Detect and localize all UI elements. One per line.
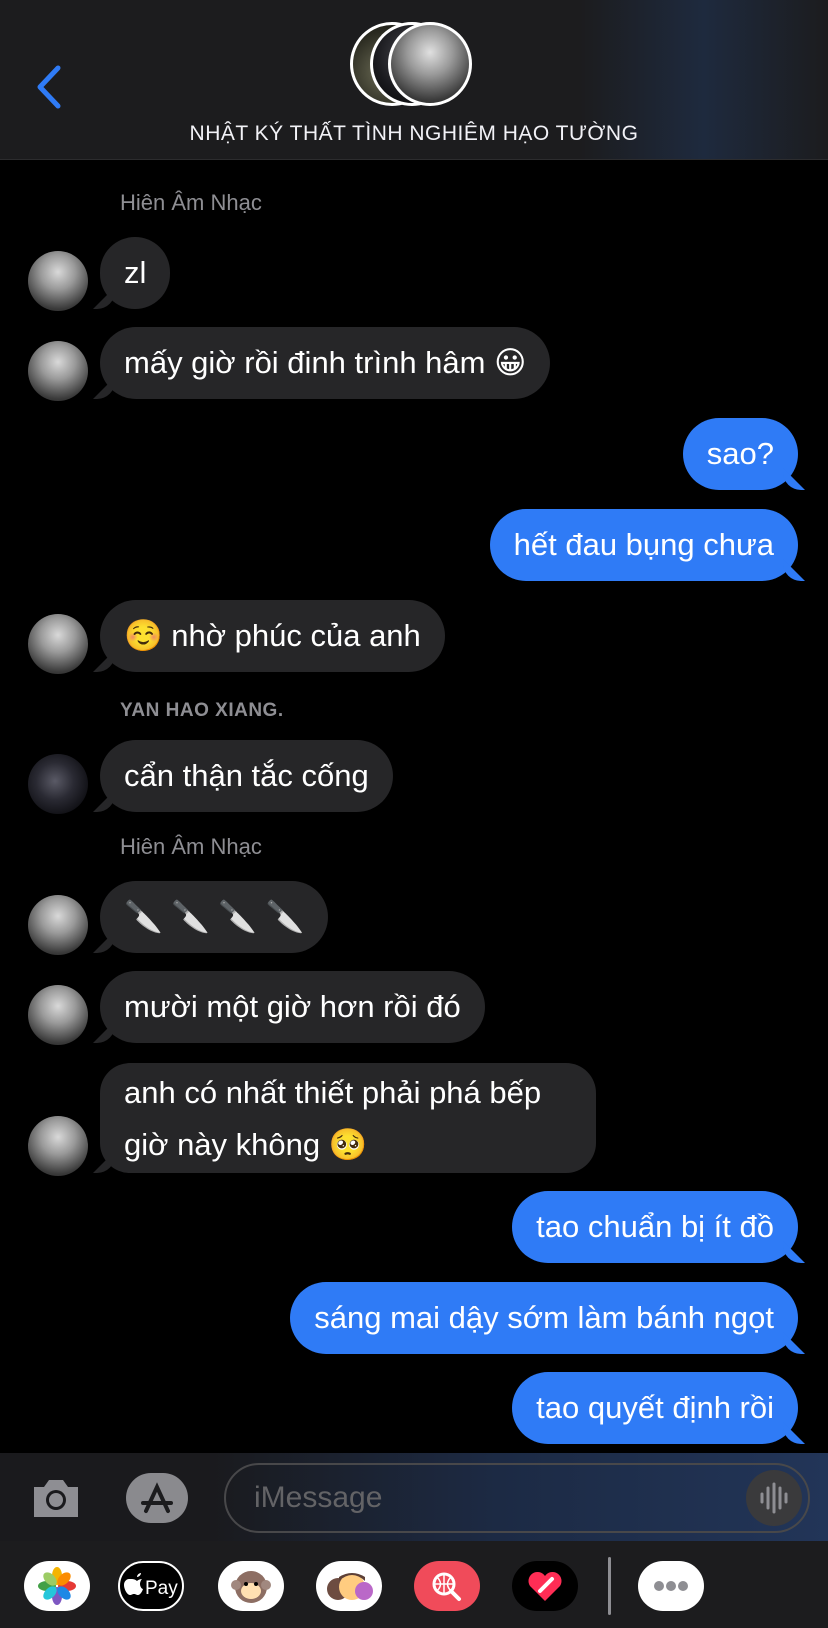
group-avatar[interactable] [350,22,480,108]
back-button[interactable] [30,62,70,112]
app-drawer: Pay [0,1541,828,1628]
animoji-app[interactable] [218,1561,284,1611]
compose-bar [0,1453,828,1541]
incoming-message[interactable]: ☺️ nhờ phúc của anh [100,600,445,672]
avatar[interactable] [28,754,88,814]
chevron-left-icon [37,65,61,109]
incoming-message[interactable]: mấy giờ rồi đinh trình hâm 😀 [100,327,551,399]
avatar[interactable] [28,341,88,401]
app-store-button[interactable] [126,1473,188,1523]
camera-button[interactable] [30,1473,82,1521]
digital-touch-app[interactable] [512,1561,578,1611]
apple-pay-icon: Pay [124,1573,178,1599]
photos-app[interactable] [24,1561,90,1611]
animoji-icon [231,1571,271,1603]
group-avatar-photo [388,22,472,106]
conversation-header: NHẬT KÝ THẤT TÌNH NGHIÊM HẠO TƯỜNG [0,0,828,160]
avatar[interactable] [28,985,88,1045]
app-store-icon [141,1482,173,1513]
incoming-message[interactable]: mười một giờ hơn rồi đó [100,971,485,1043]
voice-memo-button[interactable] [746,1470,802,1526]
outgoing-message[interactable]: sáng mai dậy sớm làm bánh ngọt [290,1282,798,1354]
photos-icon [38,1567,76,1605]
message-input[interactable] [254,1465,714,1531]
memoji-icon [327,1573,373,1600]
outgoing-message[interactable]: hết đau bụng chưa [489,509,798,581]
avatar[interactable] [28,895,88,955]
sender-name: YAN HAO XIANG. [120,700,284,721]
camera-icon [34,1480,78,1517]
memoji-app[interactable] [316,1561,382,1611]
image-search-app[interactable] [414,1561,480,1611]
conversation-title[interactable]: NHẬT KÝ THẤT TÌNH NGHIÊM HẠO TƯỜNG [0,122,828,146]
apple-pay-label: Pay [145,1578,178,1599]
avatar[interactable] [28,251,88,311]
waveform-icon [760,1482,788,1514]
digital-touch-icon [528,1571,562,1601]
apple-pay-app[interactable]: Pay [118,1561,184,1611]
message-field[interactable] [224,1463,810,1533]
sender-name: Hiên Âm Nhạc [120,834,262,859]
sender-name: Hiên Âm Nhạc [120,190,262,215]
image-search-icon [432,1572,461,1601]
more-icon [654,1581,688,1591]
outgoing-message[interactable]: tao quyết định rồi [512,1372,798,1444]
drawer-divider [608,1557,611,1615]
avatar[interactable] [28,614,88,674]
outgoing-message[interactable]: sao? [682,418,798,490]
outgoing-message[interactable]: tao chuẩn bị ít đồ [512,1191,798,1263]
more-apps-button[interactable] [638,1561,704,1611]
incoming-message[interactable]: anh có nhất thiết phải phá bếp giờ này k… [100,1063,596,1173]
incoming-message[interactable]: 🔪 🔪 🔪 🔪 [100,881,329,953]
avatar[interactable] [28,1116,88,1176]
incoming-message[interactable]: cẩn thận tắc cống [100,740,393,812]
incoming-message[interactable]: zl [100,237,171,309]
